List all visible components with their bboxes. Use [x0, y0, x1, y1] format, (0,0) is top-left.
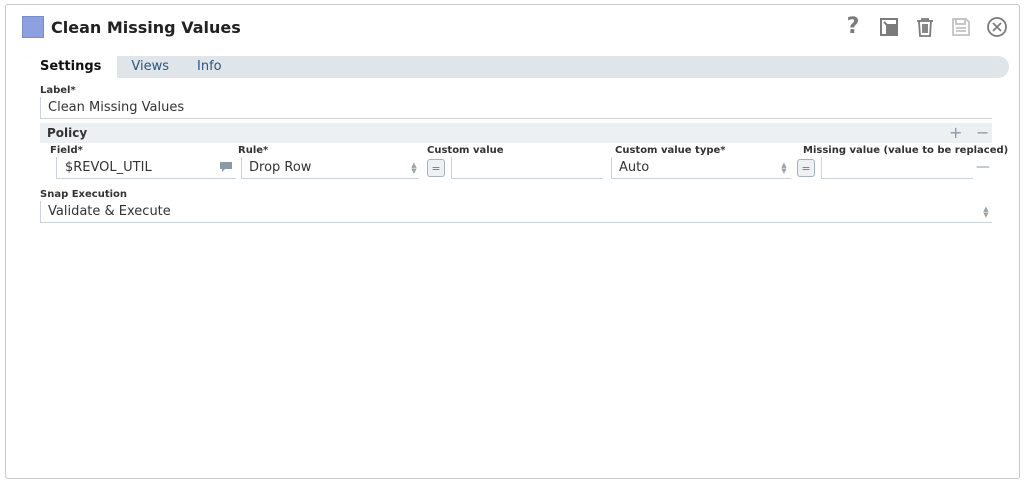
export-icon[interactable] [877, 15, 901, 39]
policy-title: Policy [47, 126, 88, 140]
dialog-title: Clean Missing Values [51, 18, 241, 37]
missing-value-expression-toggle[interactable]: = [797, 159, 815, 177]
tab-info[interactable]: Info [183, 56, 236, 78]
snap-execution-label: Snap Execution [40, 189, 128, 200]
column-custom-value-type: Custom value type* [615, 145, 726, 156]
delete-icon[interactable] [913, 15, 937, 39]
label-field-label: Label* [40, 85, 76, 96]
missing-value-input[interactable] [821, 157, 973, 179]
close-icon[interactable] [985, 15, 1009, 39]
label-input[interactable]: Clean Missing Values [40, 97, 992, 119]
snap-execution-arrows-icon: ▲ ▼ [983, 205, 989, 219]
title-toolbar: ? [841, 15, 1009, 39]
tab-views[interactable]: Views [117, 56, 183, 78]
comment-icon[interactable] [219, 161, 233, 173]
column-field: Field* [50, 145, 83, 156]
custom-value-type-select[interactable]: Auto [611, 157, 791, 179]
policy-header: Policy [40, 123, 992, 143]
policy-add-button[interactable]: + [949, 125, 962, 141]
tab-settings[interactable]: Settings [20, 56, 118, 78]
custom-value-type-arrows-icon: ▲ ▼ [781, 161, 787, 175]
column-custom-value: Custom value [427, 145, 504, 156]
help-icon[interactable]: ? [841, 15, 865, 39]
rule-select[interactable]: Drop Row [241, 157, 419, 179]
field-input[interactable]: $REVOL_UTIL [56, 157, 236, 179]
snap-settings-dialog: Clean Missing Values ? Settings Views In… [5, 4, 1020, 479]
snap-color-swatch [22, 16, 44, 38]
tab-bar: Settings Views Info [20, 56, 1009, 78]
rule-select-arrows-icon: ▲ ▼ [411, 161, 417, 175]
custom-value-input[interactable] [451, 157, 603, 179]
policy-remove-button[interactable]: − [976, 125, 989, 141]
column-missing-value: Missing value (value to be replaced) [803, 145, 1009, 156]
column-rule: Rule* [238, 145, 269, 156]
save-icon[interactable] [949, 15, 973, 39]
custom-value-expression-toggle[interactable]: = [427, 159, 445, 177]
snap-execution-select[interactable]: Validate & Execute [40, 201, 992, 223]
row-remove-button[interactable]: — [976, 159, 990, 175]
